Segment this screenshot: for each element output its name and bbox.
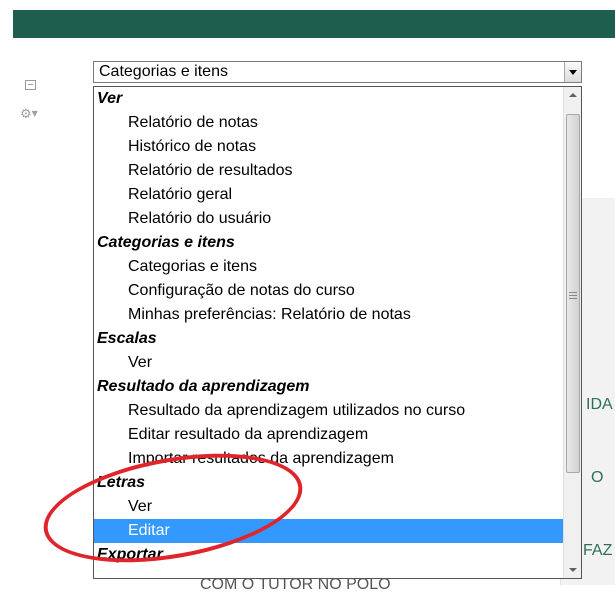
scroll-up-arrow-icon[interactable] xyxy=(564,87,581,104)
dropdown-option[interactable]: Resultado da aprendizagem utilizados no … xyxy=(94,399,563,423)
dropdown-group-header: Escalas xyxy=(97,330,157,347)
gradebook-navigation-select[interactable]: Categorias e itens xyxy=(93,61,582,83)
select-current-value: Categorias e itens xyxy=(99,63,228,80)
dropdown-group-header: Ver xyxy=(97,90,123,107)
dropdown-option[interactable]: Editar resultado da aprendizagem xyxy=(94,423,563,447)
top-header-bar xyxy=(13,10,615,38)
dropdown-option[interactable]: Relatório geral xyxy=(94,183,563,207)
dropdown-option[interactable]: Relatório de notas xyxy=(94,111,563,135)
dropdown-scrollbar[interactable] xyxy=(563,87,581,578)
dropdown-group-header: Categorias e itens xyxy=(97,234,235,251)
dropdown-option[interactable]: Configuração de notas do curso xyxy=(94,279,563,303)
background-text-o: O xyxy=(591,469,604,486)
background-text-faz: FAZ xyxy=(583,542,613,559)
collapse-block-icon[interactable] xyxy=(25,80,36,90)
dropdown-option[interactable]: Relatório do usuário xyxy=(94,207,563,231)
dropdown-option[interactable]: Minhas preferências: Relatório de notas xyxy=(94,303,563,327)
dropdown-option[interactable]: Ver xyxy=(94,495,563,519)
dropdown-group-header: Letras xyxy=(97,474,146,491)
scrollbar-thumb[interactable] xyxy=(566,114,580,473)
dropdown-group-header: Exportar xyxy=(97,546,163,563)
dropdown-option[interactable]: Histórico de notas xyxy=(94,135,563,159)
background-text-ida: IDA xyxy=(586,396,613,413)
dropdown-option[interactable]: Ver xyxy=(94,351,563,375)
dropdown-group-header: Resultado da aprendizagem xyxy=(97,378,310,395)
chevron-down-icon[interactable] xyxy=(564,62,581,82)
dropdown-list[interactable]: Ver Relatório de notas Histórico de notas R… xyxy=(93,86,582,579)
dropdown-option[interactable]: Relatório de resultados xyxy=(94,159,563,183)
dropdown-option[interactable]: Editar xyxy=(94,519,563,543)
scroll-down-arrow-icon[interactable] xyxy=(564,561,581,578)
dropdown-option[interactable]: Categorias e itens xyxy=(94,255,563,279)
scrollbar-grip-icon xyxy=(569,292,577,293)
dropdown-option[interactable]: Importar resultados da aprendizagem xyxy=(94,447,563,471)
dropdown-items: Ver Relatório de notas Histórico de notas R… xyxy=(94,87,563,578)
gear-icon[interactable]: ⚙▼ xyxy=(20,106,38,123)
